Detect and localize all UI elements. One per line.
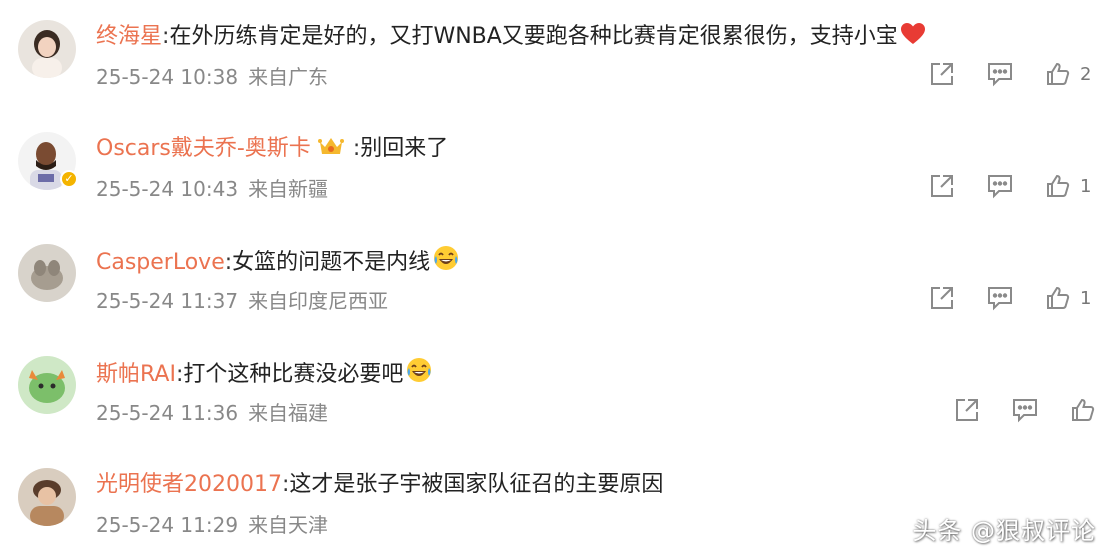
username-link[interactable]: 光明使者2020017: [96, 472, 282, 497]
comment-location: 来自印度尼西亚: [248, 289, 389, 313]
comment-location: 来自福建: [248, 401, 329, 425]
comment-location: 来自天津: [248, 513, 329, 537]
comment-date: 25-5-24 11:37: [96, 289, 239, 313]
comment-line: CasperLove:女篮的问题不是内线: [96, 244, 460, 283]
comment-line: 光明使者2020017:这才是张子宇被国家队征召的主要原因: [96, 468, 663, 502]
comment-meta: 25-5-24 11:37 来自印度尼西亚: [96, 286, 388, 316]
comment-icon[interactable]: [986, 284, 1014, 312]
username-link[interactable]: Oscars戴夫乔-奥斯卡: [96, 136, 311, 161]
username-link[interactable]: CasperLove: [96, 250, 225, 275]
comment-date: 25-5-24 11:36: [96, 401, 239, 425]
like-icon[interactable]: [1069, 396, 1097, 424]
comment-text: 这才是张子宇被国家队征召的主要原因: [289, 472, 664, 497]
comment-text: 打个这种比赛没必要吧: [183, 362, 404, 387]
avatar[interactable]: [18, 244, 76, 302]
share-icon[interactable]: [953, 396, 981, 424]
laugh-cry-emoji: [405, 356, 433, 395]
comment-location: 来自广东: [248, 65, 329, 89]
like-count: 1: [1080, 287, 1092, 309]
avatar[interactable]: [18, 356, 76, 414]
comment-icon[interactable]: [1011, 396, 1039, 424]
comment-text: 别回来了: [360, 136, 449, 161]
username-link[interactable]: 终海星: [96, 24, 162, 49]
comment-actions: 1: [928, 284, 1092, 312]
heart-emoji: [900, 22, 926, 57]
comment-text: 女篮的问题不是内线: [232, 250, 431, 275]
comment-actions: [953, 396, 1097, 424]
like-icon[interactable]: [1044, 172, 1072, 200]
like-count: 2: [1080, 63, 1092, 85]
username-link[interactable]: 斯帕RAI: [96, 362, 176, 387]
comment-meta: 25-5-24 10:38 来自广东: [96, 62, 328, 92]
comment-line: 终海星:在外历练肯定是好的，又打WNBA又要跑各种比赛肯定很累很伤，支持小宝: [96, 20, 926, 57]
comment-icon[interactable]: [986, 60, 1014, 88]
comment-meta: 25-5-24 10:43 来自新疆: [96, 174, 328, 204]
comment-line: 斯帕RAI:打个这种比赛没必要吧: [96, 356, 433, 395]
share-icon[interactable]: [928, 284, 956, 312]
comment-date: 25-5-24 11:29: [96, 513, 239, 537]
comment-icon[interactable]: [986, 172, 1014, 200]
comment-line: Oscars戴夫乔-奥斯卡:别回来了: [96, 132, 448, 169]
comment-location: 来自新疆: [248, 177, 329, 201]
comment-item: 终海星:在外历练肯定是好的，又打WNBA又要跑各种比赛肯定很累很伤，支持小宝 2…: [0, 0, 1112, 112]
comment-text: 在外历练肯定是好的，又打WNBA又要跑各种比赛肯定很累很伤，支持小宝: [169, 24, 898, 49]
comment-date: 25-5-24 10:43: [96, 177, 239, 201]
verified-badge: ✓: [60, 170, 78, 188]
share-icon[interactable]: [928, 60, 956, 88]
comment-item: 斯帕RAI:打个这种比赛没必要吧 25-5-24 11:36 来自福建: [0, 336, 1112, 448]
share-icon[interactable]: [928, 172, 956, 200]
crown-badge-icon: [317, 134, 345, 169]
comment-actions: 1: [928, 172, 1092, 200]
like-icon[interactable]: [1044, 284, 1072, 312]
like-icon[interactable]: [1044, 60, 1072, 88]
comment-meta: 25-5-24 11:29 来自天津: [96, 510, 328, 540]
comment-date: 25-5-24 10:38: [96, 65, 239, 89]
comment-actions: 2: [928, 60, 1092, 88]
like-count: 1: [1080, 175, 1092, 197]
laugh-cry-emoji: [432, 244, 460, 283]
comment-item: CasperLove:女篮的问题不是内线 25-5-24 11:37 来自印度尼西…: [0, 224, 1112, 336]
comment-item: ✓ Oscars戴夫乔-奥斯卡:别回来了 25-5-24 10:43 来自新疆 1: [0, 112, 1112, 224]
watermark: 头条 @狠叔评论: [912, 517, 1096, 545]
comment-meta: 25-5-24 11:36 来自福建: [96, 398, 328, 428]
avatar[interactable]: [18, 20, 76, 78]
avatar[interactable]: [18, 468, 76, 526]
